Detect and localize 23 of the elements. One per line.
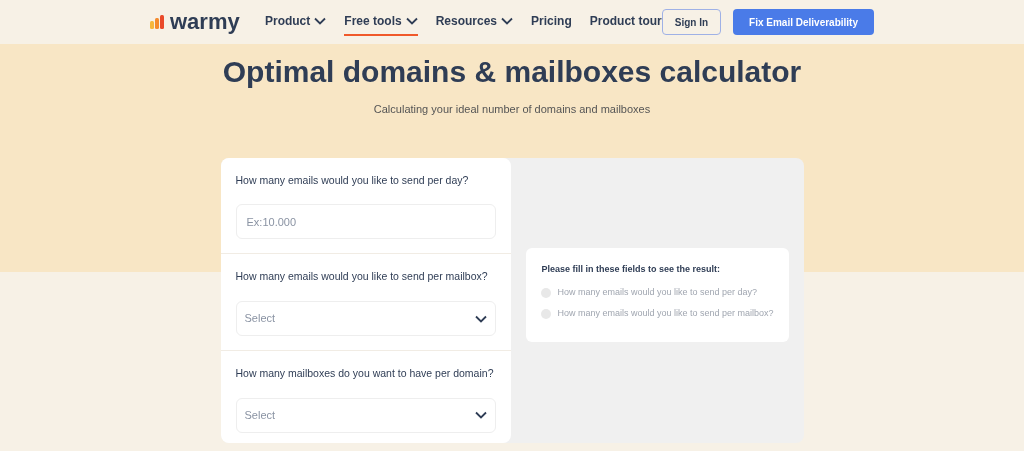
field-label: How many emails would you like to send per mailbox? <box>235 269 489 285</box>
chevron-down-icon <box>501 17 514 25</box>
nav-link[interactable]: Free tools <box>344 8 418 36</box>
page-title: Optimal domains & mailboxes calculator <box>222 57 802 87</box>
checklist-item: How many emails would you like to send per day? <box>557 286 757 300</box>
result-heading: Please fill in these fields to see the result: <box>541 262 721 276</box>
nav-link[interactable]: Product <box>264 8 327 36</box>
nav-link[interactable]: Resources <box>435 8 514 36</box>
logo-icon <box>150 15 166 29</box>
nav-link[interactable]: Pricing <box>531 8 572 36</box>
nav-link[interactable]: Product tour <box>589 8 662 36</box>
logo-text: warmy <box>170 11 240 33</box>
chevron-down-icon <box>405 17 418 25</box>
page-subtitle: Calculating your ideal number of domains and mailboxes <box>373 102 651 117</box>
chevron-down-icon <box>314 17 327 25</box>
sign-in-button[interactable]: Sign In <box>661 9 722 35</box>
chevron-down-icon <box>475 314 488 323</box>
input-field[interactable]: Ex:10.000 <box>235 204 497 240</box>
fix-deliverability-button[interactable]: Fix Email Deliverability <box>733 9 874 35</box>
field-label: How many mailboxes do you want to have per domain? <box>235 366 495 381</box>
checklist-item: How many emails would you like to send per mailbox? <box>557 306 774 320</box>
field-label: How many emails would you like to send per day? <box>235 172 470 188</box>
chevron-down-icon <box>475 411 488 420</box>
